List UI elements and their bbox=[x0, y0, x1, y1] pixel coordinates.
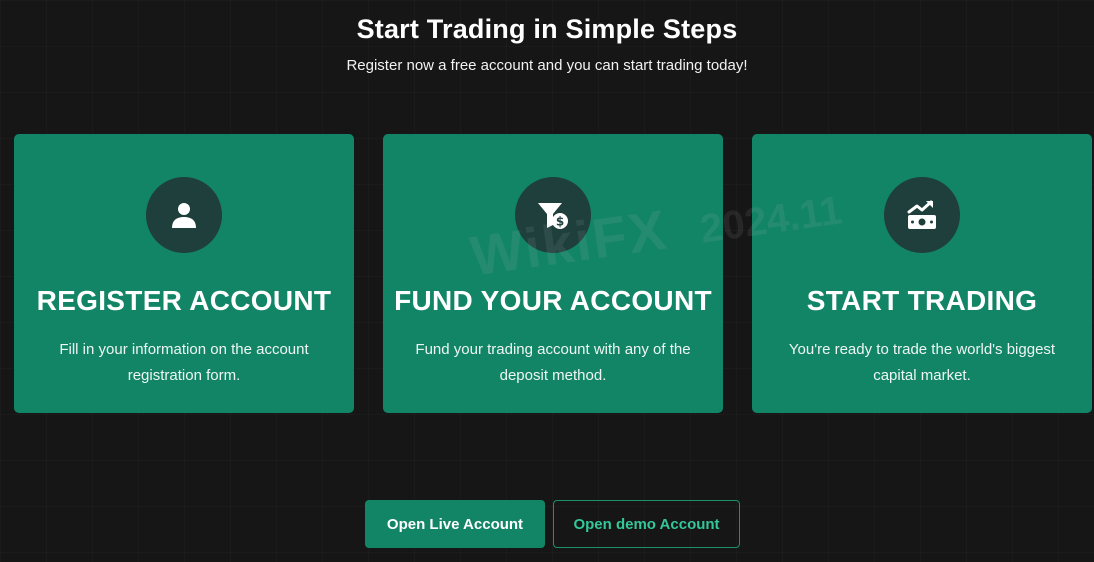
user-icon bbox=[172, 203, 196, 228]
step-card-register: REGISTER ACCOUNT Fill in your informatio… bbox=[14, 134, 354, 413]
step-icon-circle: $ bbox=[515, 177, 591, 253]
page-subtitle: Register now a free account and you can … bbox=[346, 57, 748, 74]
step-description: Fill in your information on the account … bbox=[59, 341, 309, 384]
steps-cards: REGISTER ACCOUNT Fill in your informatio… bbox=[14, 134, 1092, 413]
step-card-fund: $ FUND YOUR ACCOUNT Fund your trading ac… bbox=[383, 134, 723, 413]
step-description: You're ready to trade the world's bigges… bbox=[788, 341, 1056, 384]
step-title: START TRADING bbox=[806, 285, 1038, 316]
step-title: FUND YOUR ACCOUNT bbox=[394, 285, 712, 316]
open-live-account-button[interactable]: Open Live Account bbox=[365, 500, 545, 548]
step-card-trade: START TRADING You're ready to trade the … bbox=[752, 134, 1092, 413]
page: Start Trading in Simple Steps Register n… bbox=[0, 0, 1094, 562]
step-icon-circle bbox=[146, 177, 222, 253]
page-title: Start Trading in Simple Steps bbox=[356, 14, 738, 44]
step-description: Fund your trading account with any of th… bbox=[415, 341, 691, 384]
funnel-dollar-icon: $ bbox=[538, 203, 568, 229]
step-icon-circle bbox=[884, 177, 960, 253]
section-header: Start Trading in Simple Steps Register n… bbox=[0, 0, 1094, 76]
money-chart-icon bbox=[907, 200, 936, 229]
svg-text:$: $ bbox=[556, 215, 564, 229]
step-title: REGISTER ACCOUNT bbox=[36, 285, 332, 316]
cta-buttons: Open Live Account Open demo Account bbox=[365, 500, 745, 548]
open-demo-account-button[interactable]: Open demo Account bbox=[553, 500, 740, 548]
